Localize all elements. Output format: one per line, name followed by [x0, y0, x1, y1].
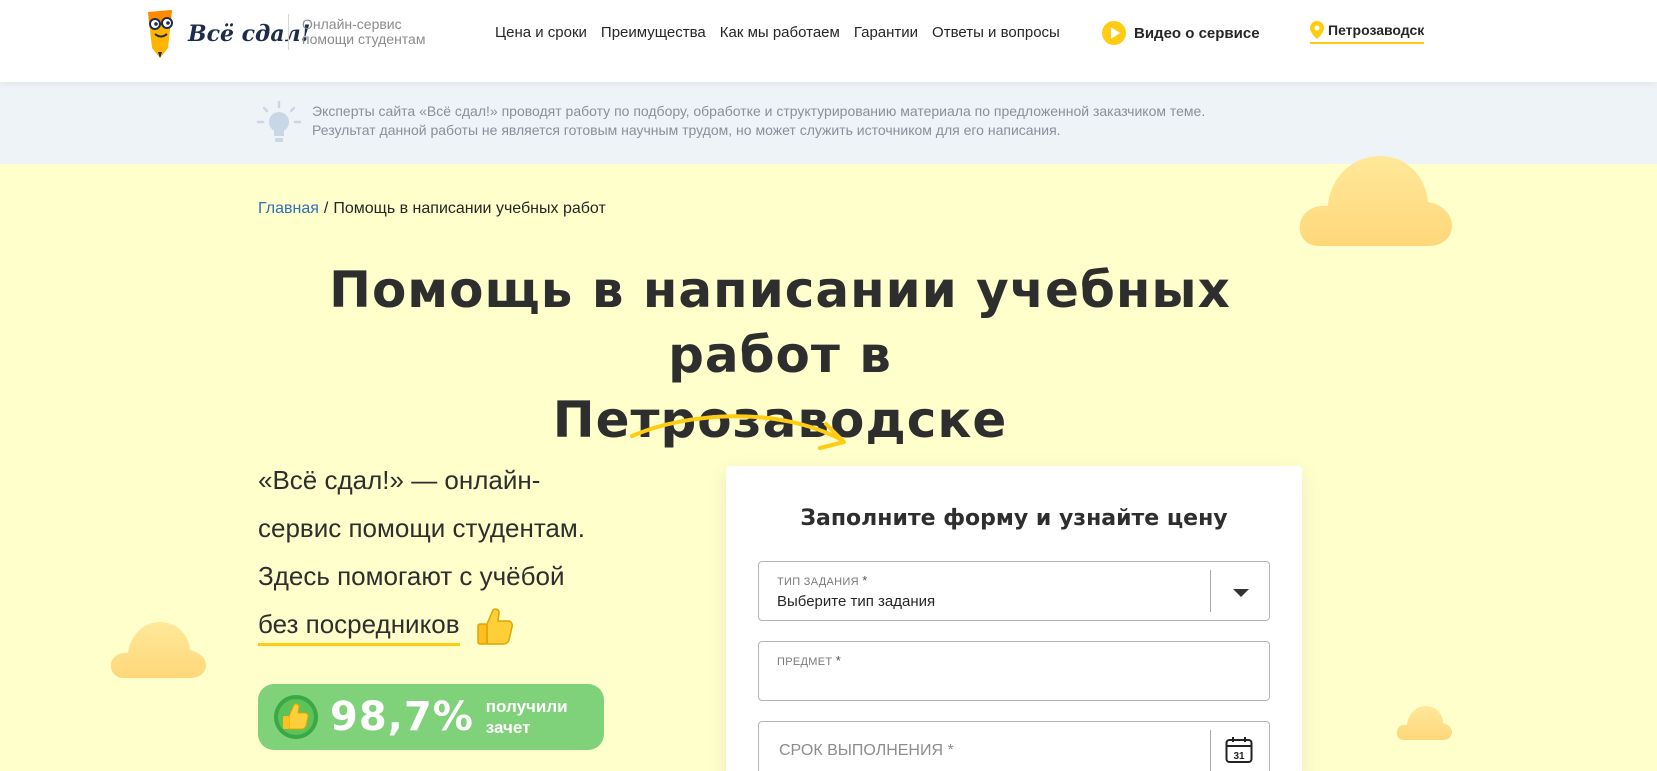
cloud-decoration-medium — [110, 622, 206, 678]
intro-text: «Всё сдал!» — онлайн- сервис помощи студ… — [258, 456, 658, 648]
task-type-select[interactable]: ТИП ЗАДАНИЯ * Выберите тип задания — [758, 561, 1270, 621]
subject-label-text: ПРЕДМЕТ — [777, 656, 833, 668]
main-nav: Цена и сроки Преимущества Как мы работае… — [495, 24, 1060, 41]
deadline-field[interactable]: СРОК ВЫПОЛНЕНИЯ * 31 — [758, 721, 1270, 771]
nav-guarantees[interactable]: Гарантии — [854, 24, 918, 41]
play-icon — [1102, 21, 1126, 45]
city-selector[interactable]: Петрозаводск — [1310, 21, 1425, 44]
chevron-down-icon[interactable] — [1233, 589, 1249, 597]
site-header: Всё сдал! Онлайн-сервис помощи студентам… — [0, 0, 1657, 82]
location-pin-icon — [1310, 21, 1324, 39]
page-title-line-1: Помощь в написании учебных работ в — [329, 261, 1231, 384]
breadcrumb-current: Помощь в написании учебных работ — [333, 200, 606, 217]
curved-arrow-icon — [630, 414, 846, 450]
tagline: Онлайн-сервис помощи студентам — [302, 17, 425, 47]
intro-line-2: сервис помощи студентам. — [258, 513, 585, 543]
cloud-decoration-small — [1396, 706, 1452, 740]
required-mark: * — [835, 653, 842, 668]
tagline-line-1: Онлайн-сервис — [302, 16, 402, 32]
logo-divider — [288, 14, 289, 50]
task-type-label: ТИП ЗАДАНИЯ * — [777, 573, 868, 588]
form-title: Заполните форму и узнайте цену — [800, 506, 1228, 531]
breadcrumb-home-link[interactable]: Главная — [258, 200, 319, 217]
stats-badge: 98,7% получили зачет — [258, 684, 604, 750]
required-mark: * — [862, 573, 868, 588]
nav-advantages[interactable]: Преимущества — [601, 24, 706, 41]
lightbulb-icon — [256, 100, 302, 142]
price-form: Заполните форму и узнайте цену ТИП ЗАДАН… — [726, 466, 1302, 771]
disclaimer-banner: Эксперты сайта «Всё сдал!» проводят рабо… — [0, 82, 1657, 164]
stats-label-line-2: зачет — [485, 718, 531, 737]
cloud-decoration-large — [1299, 156, 1452, 246]
intro-highlight: без посредников — [258, 609, 460, 646]
subject-label: ПРЕДМЕТ * — [777, 653, 841, 668]
video-button[interactable]: Видео о сервисе — [1102, 21, 1260, 45]
intro-line-3: Здесь помогают с учёбой — [258, 561, 565, 591]
stats-value: 98,7% — [330, 694, 474, 740]
breadcrumb: Главная / Помощь в написании учебных работ — [258, 200, 606, 218]
city-label: Петрозаводск — [1328, 22, 1425, 38]
disclaimer-line-2: Результат данной работы не является гото… — [312, 122, 1061, 138]
calendar-icon[interactable]: 31 — [1225, 736, 1253, 764]
disclaimer-line-1: Эксперты сайта «Всё сдал!» проводят рабо… — [312, 103, 1206, 119]
nav-how-we-work[interactable]: Как мы работаем — [720, 24, 840, 41]
thumbs-up-badge-icon — [274, 695, 318, 739]
disclaimer-text: Эксперты сайта «Всё сдал!» проводят рабо… — [312, 102, 1205, 140]
subject-field[interactable]: ПРЕДМЕТ * — [758, 641, 1270, 701]
video-label: Видео о сервисе — [1134, 24, 1260, 42]
tagline-line-2: помощи студентам — [302, 31, 426, 47]
breadcrumb-separator: / — [323, 200, 329, 217]
stats-label-line-1: получили — [485, 697, 568, 716]
task-type-value: Выберите тип задания — [777, 593, 936, 610]
deadline-placeholder: СРОК ВЫПОЛНЕНИЯ * — [779, 742, 954, 759]
intro-line-4: без посредников — [258, 600, 658, 648]
thumbs-up-icon — [477, 608, 513, 645]
task-type-label-text: ТИП ЗАДАНИЯ — [777, 576, 859, 588]
mascot-logo-icon — [148, 10, 173, 58]
nav-price[interactable]: Цена и сроки — [495, 24, 587, 41]
logo-text: Всё сдал! — [188, 21, 311, 47]
select-divider — [1210, 570, 1211, 612]
nav-faq[interactable]: Ответы и вопросы — [932, 24, 1060, 41]
intro-line-1: «Всё сдал!» — онлайн- — [258, 465, 541, 495]
calendar-day: 31 — [1233, 751, 1245, 762]
deadline-divider — [1210, 730, 1211, 771]
stats-label: получили зачет — [486, 696, 568, 738]
logo[interactable]: Всё сдал! — [138, 4, 310, 58]
